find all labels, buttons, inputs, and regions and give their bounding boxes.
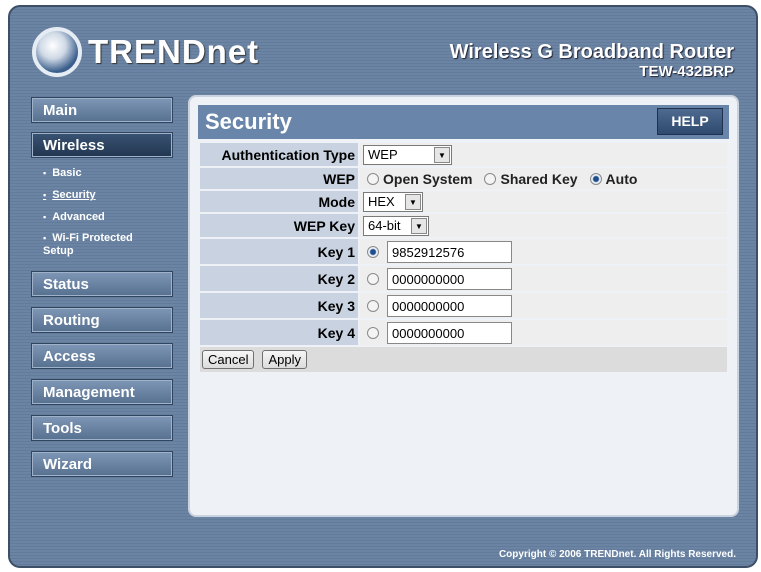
cancel-button[interactable]: Cancel bbox=[202, 350, 255, 369]
key2-radio[interactable] bbox=[367, 272, 379, 285]
nav-tools[interactable]: Tools bbox=[31, 415, 173, 441]
nav-sub-security[interactable]: Security bbox=[43, 189, 95, 201]
help-button[interactable]: HELP bbox=[657, 108, 723, 135]
wep-open-label: Open System bbox=[383, 171, 473, 188]
key3-label: Key 3 bbox=[198, 291, 360, 320]
nav-main[interactable]: Main bbox=[31, 97, 173, 123]
product-title: Wireless G Broadband Router TEW-432BRP bbox=[450, 41, 734, 80]
auth-type-select[interactable]: WEP ▼ bbox=[363, 144, 452, 165]
wep-shared-label: Shared Key bbox=[500, 171, 578, 188]
key3-radio[interactable] bbox=[367, 299, 379, 312]
nav-sub-wps[interactable]: Wi-Fi Protected Setup bbox=[43, 232, 143, 258]
nav-wireless[interactable]: Wireless bbox=[31, 132, 173, 158]
nav-sub-basic[interactable]: Basic bbox=[43, 167, 81, 179]
button-row: Cancel Apply bbox=[198, 345, 729, 374]
key2-label: Key 2 bbox=[198, 264, 360, 293]
key3-input[interactable]: 0000000000 bbox=[387, 294, 512, 317]
product-name: Wireless G Broadband Router bbox=[449, 41, 734, 63]
copyright: Copyright © 2006 TRENDnet. All Rights Re… bbox=[498, 549, 736, 560]
wep-auto-radio[interactable] bbox=[589, 173, 602, 186]
key2-input[interactable]: 0000000000 bbox=[387, 267, 512, 290]
logo-text: TRENDnet bbox=[88, 33, 260, 70]
apply-button[interactable]: Apply bbox=[262, 350, 307, 369]
page-title: Security bbox=[205, 109, 292, 134]
wep-key-value: 64-bit bbox=[368, 218, 401, 233]
key1-radio[interactable] bbox=[367, 245, 379, 258]
wep-open-radio[interactable] bbox=[367, 173, 379, 186]
auth-type-value: WEP bbox=[368, 147, 398, 162]
key4-radio[interactable] bbox=[367, 326, 379, 339]
router-frame: TRENDnet Wireless G Broadband Router TEW-… bbox=[8, 5, 758, 568]
mode-label: Mode bbox=[198, 189, 360, 214]
panel-header: Security HELP bbox=[198, 105, 729, 139]
wep-key-label: WEP Key bbox=[198, 212, 360, 239]
wep-label: WEP bbox=[198, 166, 360, 191]
wep-auto-label: Auto bbox=[605, 171, 638, 188]
nav-management[interactable]: Management bbox=[31, 379, 173, 405]
chevron-down-icon: ▼ bbox=[405, 193, 421, 210]
chevron-down-icon: ▼ bbox=[434, 146, 450, 163]
nav-wizard[interactable]: Wizard bbox=[31, 451, 173, 477]
key1-input[interactable]: 9852912576 bbox=[387, 240, 512, 263]
key4-input[interactable]: 0000000000 bbox=[387, 321, 512, 344]
content-panel: Security HELP Authentication Type WEP ▼ W… bbox=[188, 95, 739, 517]
wep-key-select[interactable]: 64-bit ▼ bbox=[363, 215, 429, 236]
nav-status[interactable]: Status bbox=[31, 271, 173, 297]
model-name: TEW-432BRP bbox=[639, 63, 734, 80]
nav-sub-advanced[interactable]: Advanced bbox=[43, 211, 105, 223]
auth-type-label: Authentication Type bbox=[198, 141, 360, 168]
wep-shared-radio[interactable] bbox=[484, 173, 497, 186]
key1-label: Key 1 bbox=[198, 237, 360, 266]
security-form: Authentication Type WEP ▼ WEP Open System… bbox=[198, 141, 729, 374]
mode-value: HEX bbox=[368, 194, 395, 209]
key4-label: Key 4 bbox=[198, 318, 360, 347]
logo-globe-icon bbox=[32, 27, 82, 77]
mode-select[interactable]: HEX ▼ bbox=[363, 191, 423, 212]
nav-access[interactable]: Access bbox=[31, 343, 173, 369]
trendnet-logo: TRENDnet bbox=[32, 27, 259, 77]
nav-routing[interactable]: Routing bbox=[31, 307, 173, 333]
chevron-down-icon: ▼ bbox=[411, 217, 427, 234]
